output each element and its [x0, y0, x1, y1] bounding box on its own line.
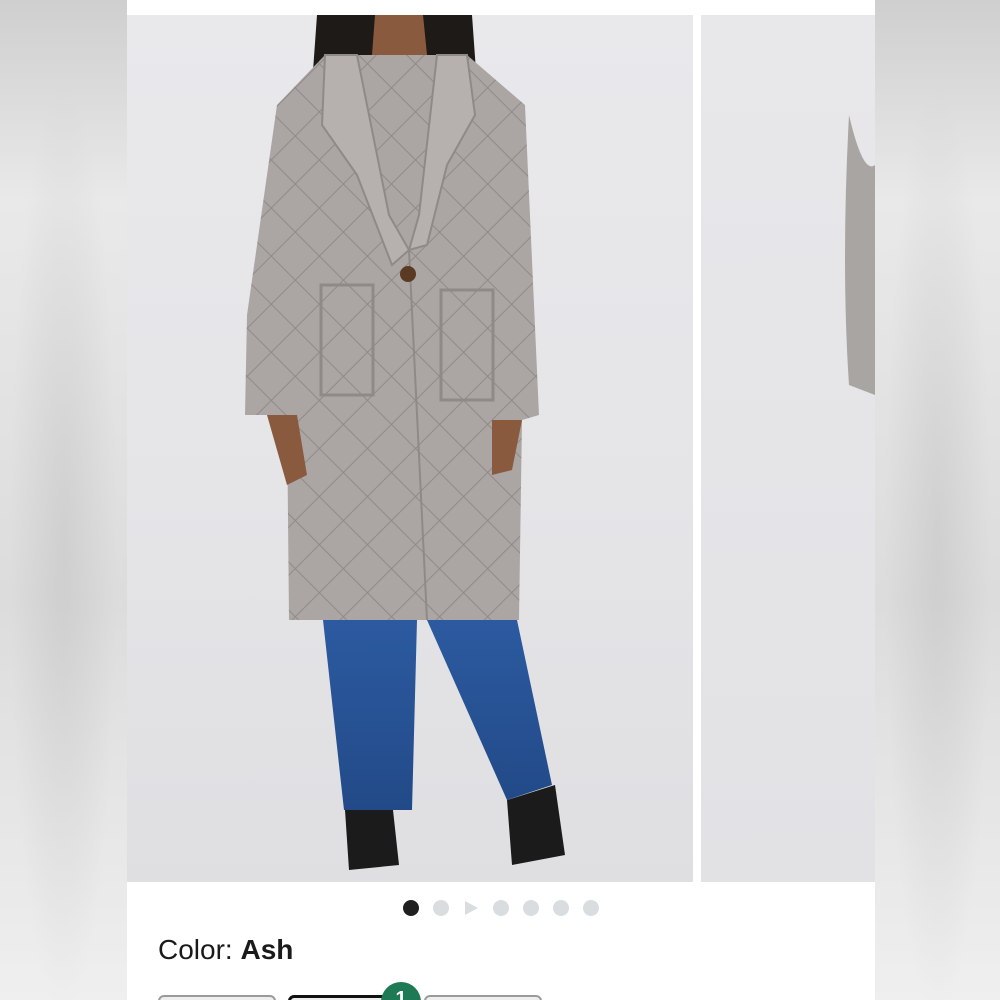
pagination-dot-7[interactable]: [583, 900, 599, 916]
background-blur-right: [875, 0, 1000, 1000]
product-image-next[interactable]: [701, 15, 875, 882]
image-gallery[interactable]: [127, 15, 875, 882]
pagination-dot-2[interactable]: [433, 900, 449, 916]
color-swatch-3[interactable]: [424, 995, 542, 1000]
color-swatch-1[interactable]: [158, 995, 276, 1000]
color-value: Ash: [240, 934, 294, 965]
color-swatches: [158, 985, 858, 1000]
color-selection-label: Color: Ash: [158, 934, 293, 966]
color-label: Color:: [158, 934, 233, 965]
next-image-preview: [845, 115, 875, 395]
product-page: Color: Ash 1: [127, 0, 875, 1000]
pagination-dot-1[interactable]: [403, 900, 419, 916]
product-image-main[interactable]: [127, 15, 693, 882]
pagination-dot-6[interactable]: [553, 900, 569, 916]
pagination-dot-5[interactable]: [523, 900, 539, 916]
background-blur-left: [0, 0, 127, 1000]
model-wearing-quilted-coat: [245, 15, 565, 870]
gallery-pagination: [127, 900, 875, 916]
play-icon: [465, 901, 478, 915]
pagination-dot-4[interactable]: [493, 900, 509, 916]
pagination-video[interactable]: [463, 900, 479, 916]
